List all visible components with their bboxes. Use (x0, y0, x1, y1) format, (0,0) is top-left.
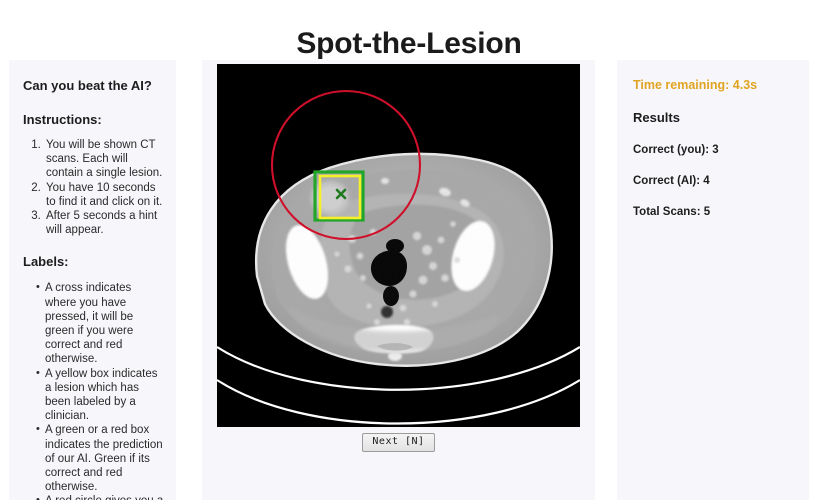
labels-list: A cross indicates where you have pressed… (23, 280, 164, 500)
list-item: A cross indicates where you have pressed… (36, 280, 164, 366)
list-item: A yellow box indicates a lesion which ha… (36, 366, 164, 424)
stat-correct-ai: Correct (AI): 4 (633, 175, 710, 187)
sidebar-heading-labels: Labels: (23, 254, 69, 270)
results-panel: Time remaining: 4.3s Results Correct (yo… (617, 60, 809, 500)
timer-label: Time remaining: 4.3s (633, 78, 758, 92)
ct-scan-canvas[interactable] (217, 64, 580, 427)
instructions-panel: Can you beat the AI? Instructions: You w… (9, 60, 176, 500)
list-item: You have 10 seconds to find it and click… (44, 181, 164, 209)
sidebar-heading-question: Can you beat the AI? (23, 78, 152, 93)
next-button-row: Next [N] (202, 431, 595, 452)
list-item: You will be shown CT scans. Each will co… (44, 138, 164, 181)
list-item: A red circle gives you a hint about lesi… (36, 493, 164, 500)
sidebar-heading-instructions: Instructions: (23, 112, 102, 127)
app-root: Spot-the-Lesion Can you beat the AI? Ins… (0, 0, 818, 500)
list-item: After 5 seconds a hint will appear. (44, 209, 164, 237)
next-button[interactable]: Next [N] (362, 433, 435, 452)
scan-panel: Next [N] (202, 60, 595, 500)
ct-scan-image[interactable] (217, 64, 580, 427)
list-item: A green or a red box indicates the predi… (36, 422, 164, 494)
instructions-list: You will be shown CT scans. Each will co… (23, 138, 164, 237)
stat-correct-you: Correct (you): 3 (633, 144, 719, 156)
results-heading: Results (633, 110, 680, 125)
stat-total-scans: Total Scans: 5 (633, 206, 711, 218)
